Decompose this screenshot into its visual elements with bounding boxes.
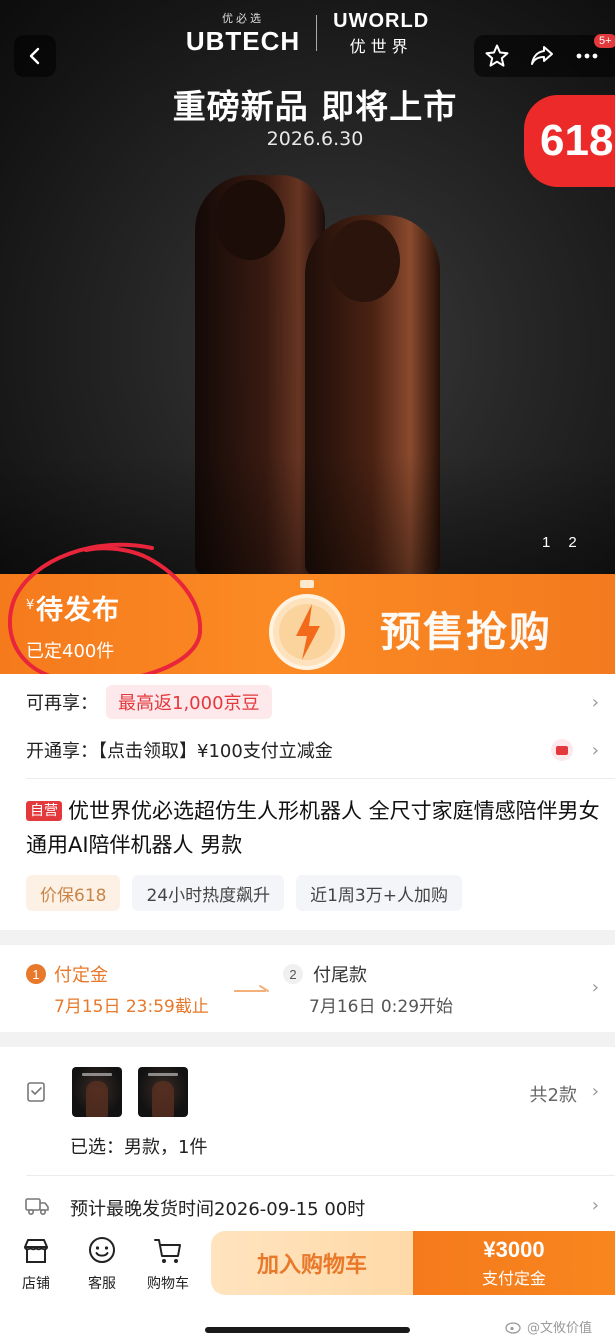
shop-button[interactable]: 店铺 — [6, 1235, 66, 1293]
shop-label: 店铺 — [22, 1276, 50, 1292]
chevron-right-icon: › — [591, 977, 599, 998]
payment-card-icon — [551, 739, 573, 761]
jingdou-rebate-tag: 最高返1,000京豆 — [106, 685, 272, 719]
presale-banner: ¥ 待发布 已定400件 预售抢购 — [0, 574, 615, 674]
variants-section: 共2款 › 已选：男款，1件 预计最晚发货时间2026-09-15 00时 › — [0, 1047, 615, 1227]
presale-payment-steps[interactable]: 1 付定金 7月15日 23:59截止 2 付尾款 7月16日 0:29开始 › — [0, 945, 615, 1032]
currency-symbol: ¥ — [26, 598, 35, 613]
benefit-label: 可再享： — [26, 693, 98, 714]
step-deposit-title: 付定金 — [54, 965, 108, 986]
brand-right-name: UWORLD — [333, 9, 430, 32]
shipping-estimate[interactable]: 预计最晚发货时间2026-09-15 00时 — [70, 1195, 365, 1221]
selected-variant[interactable]: 已选：男款，1件 — [70, 1133, 207, 1159]
shop-icon — [24, 1239, 48, 1263]
self-operated-tag: 自营 — [26, 801, 62, 821]
stopwatch-lightning-icon — [269, 580, 345, 670]
favorite-button[interactable] — [484, 43, 510, 69]
hero-figure-male-head — [215, 180, 285, 260]
divider — [26, 1175, 615, 1176]
back-button[interactable] — [14, 35, 56, 77]
smile-chat-icon — [89, 1237, 115, 1263]
star-icon — [485, 44, 509, 67]
step-number: 2 — [283, 964, 303, 984]
watermark-text: @文攸价值 — [527, 1321, 593, 1336]
benefit-row-jingdou[interactable]: 可再享： 最高返1,000京豆 › — [26, 684, 599, 720]
variant-thumbnail-female[interactable] — [138, 1067, 188, 1117]
product-hero-image[interactable]: 优必选 UBTECH UWORLD 优世界 重磅新品 即将上市 2026.6.3… — [0, 0, 615, 574]
arrow-right-icon — [234, 985, 269, 992]
coupon-text: 开通享：【点击领取】¥100支付立减金 — [26, 741, 333, 762]
benefits-section: 可再享： 最高返1,000京豆 › 开通享：【点击领取】¥100支付立减金 › — [0, 674, 615, 780]
delivery-truck-icon — [25, 1198, 49, 1216]
price-protect-chip[interactable]: 价保618 — [26, 875, 121, 911]
hero-date: 2026.6.30 — [266, 128, 364, 150]
step-balance-title: 付尾款 — [313, 965, 367, 986]
pager-current: 1 — [542, 534, 551, 551]
brand-separator — [316, 15, 318, 51]
weibo-icon — [505, 1321, 521, 1334]
promo-618-badge[interactable]: 618 — [524, 95, 615, 187]
hero-shadow — [0, 454, 615, 574]
chevron-right-icon: › — [591, 691, 599, 713]
presale-status: 待发布 — [36, 595, 120, 626]
deposit-amount: ¥3000 — [483, 1237, 545, 1262]
divider — [26, 778, 615, 779]
home-indicator — [205, 1327, 410, 1333]
hero-figure-female-head — [328, 220, 400, 302]
pager-total: 2 — [568, 534, 577, 551]
brand-left-name: UBTECH — [185, 25, 301, 56]
selected-check-icon — [27, 1082, 45, 1102]
presale-label: 预售抢购 — [380, 608, 552, 656]
trending-chip[interactable]: 24小时热度飙升 — [132, 875, 285, 911]
chevron-right-icon: › — [591, 1195, 599, 1216]
hero-title: 重磅新品 即将上市 — [172, 87, 458, 126]
share-button[interactable] — [529, 43, 555, 69]
service-label: 客服 — [88, 1276, 116, 1292]
product-info: 自营 优世界优必选超仿生人形机器人 全尺寸家庭情感陪伴男女通用AI陪伴机器人 男款… — [0, 778, 615, 930]
deposit-label: 支付定金 — [481, 1269, 546, 1288]
weibo-watermark: @文攸价值 — [505, 1317, 592, 1336]
add-to-cart-button[interactable]: 加入购物车 — [211, 1231, 413, 1295]
product-title[interactable]: 自营 优世界优必选超仿生人形机器人 全尺寸家庭情感陪伴男女通用AI陪伴机器人 男款 — [26, 794, 600, 862]
message-count-badge: 5+ — [594, 34, 615, 48]
share-icon — [530, 46, 553, 65]
brand-right-cn: 优世界 — [349, 36, 413, 56]
shopping-cart-icon — [154, 1239, 181, 1263]
product-title-text: 优世界优必选超仿生人形机器人 全尺寸家庭情感陪伴男女通用AI陪伴机器人 男款 — [26, 799, 600, 857]
variant-thumbnail-male[interactable] — [72, 1067, 122, 1117]
booked-count: 已定400件 — [26, 641, 115, 662]
cart-adds-chip[interactable]: 近1周3万+人加购 — [296, 875, 462, 911]
step-balance: 2 付尾款 — [283, 961, 367, 987]
step-deposit: 1 付定金 — [26, 961, 108, 987]
chevron-left-icon — [29, 47, 40, 65]
product-chips: 价保618 24小时热度飙升 近1周3万+人加购 — [26, 875, 462, 911]
cart-button[interactable]: 购物车 — [138, 1235, 198, 1293]
chevron-right-icon: › — [591, 1081, 599, 1102]
variant-count[interactable]: 共2款 — [530, 1081, 577, 1107]
step-number: 1 — [26, 964, 46, 984]
bottom-action-bar: 店铺 客服 购物车 加入购物车 ¥3000 支付定金 @文攸价值 — [0, 1227, 615, 1339]
step-deposit-deadline: 7月15日 23:59截止 — [54, 997, 209, 1017]
brand-left-small: 优必选 — [222, 11, 264, 25]
image-pager: 1 2 — [542, 534, 577, 551]
chevron-right-icon: › — [591, 739, 599, 761]
customer-service-button[interactable]: 客服 — [72, 1235, 132, 1293]
step-balance-start: 7月16日 0:29开始 — [309, 997, 454, 1017]
pay-deposit-button[interactable]: ¥3000 支付定金 — [413, 1231, 615, 1295]
benefit-row-coupon[interactable]: 开通享：【点击领取】¥100支付立减金 › — [26, 732, 599, 768]
cart-label: 购物车 — [147, 1276, 189, 1292]
